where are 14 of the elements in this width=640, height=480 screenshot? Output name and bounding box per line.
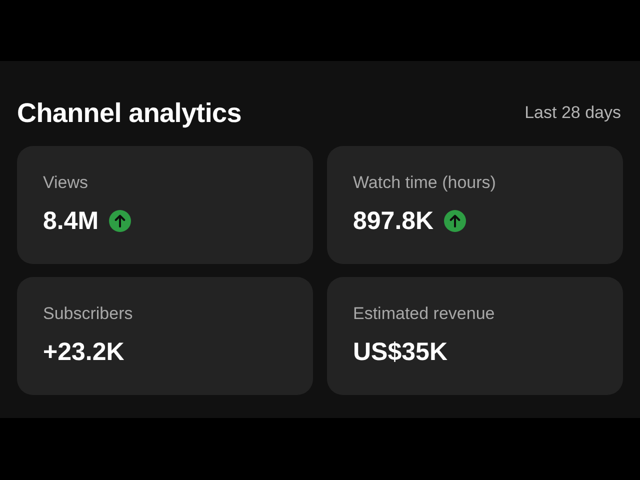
metric-card[interactable]: Estimated revenue US$35K: [327, 277, 623, 395]
metric-value: US$35K: [353, 337, 448, 367]
metric-value: 8.4M: [43, 206, 99, 236]
metric-label: Estimated revenue: [353, 303, 495, 325]
metric-value: 897.8K: [353, 206, 434, 236]
metric-value: +23.2K: [43, 337, 124, 367]
panel-title: Channel analytics: [17, 96, 242, 130]
metric-card[interactable]: Views 8.4M: [17, 146, 313, 264]
metric-label: Views: [43, 172, 88, 194]
metric-card[interactable]: Subscribers +23.2K: [17, 277, 313, 395]
metric-card[interactable]: Watch time (hours) 897.8K: [327, 146, 623, 264]
metric-label: Subscribers: [43, 303, 133, 325]
period-label: Last 28 days: [524, 102, 621, 124]
metric-label: Watch time (hours): [353, 172, 496, 194]
